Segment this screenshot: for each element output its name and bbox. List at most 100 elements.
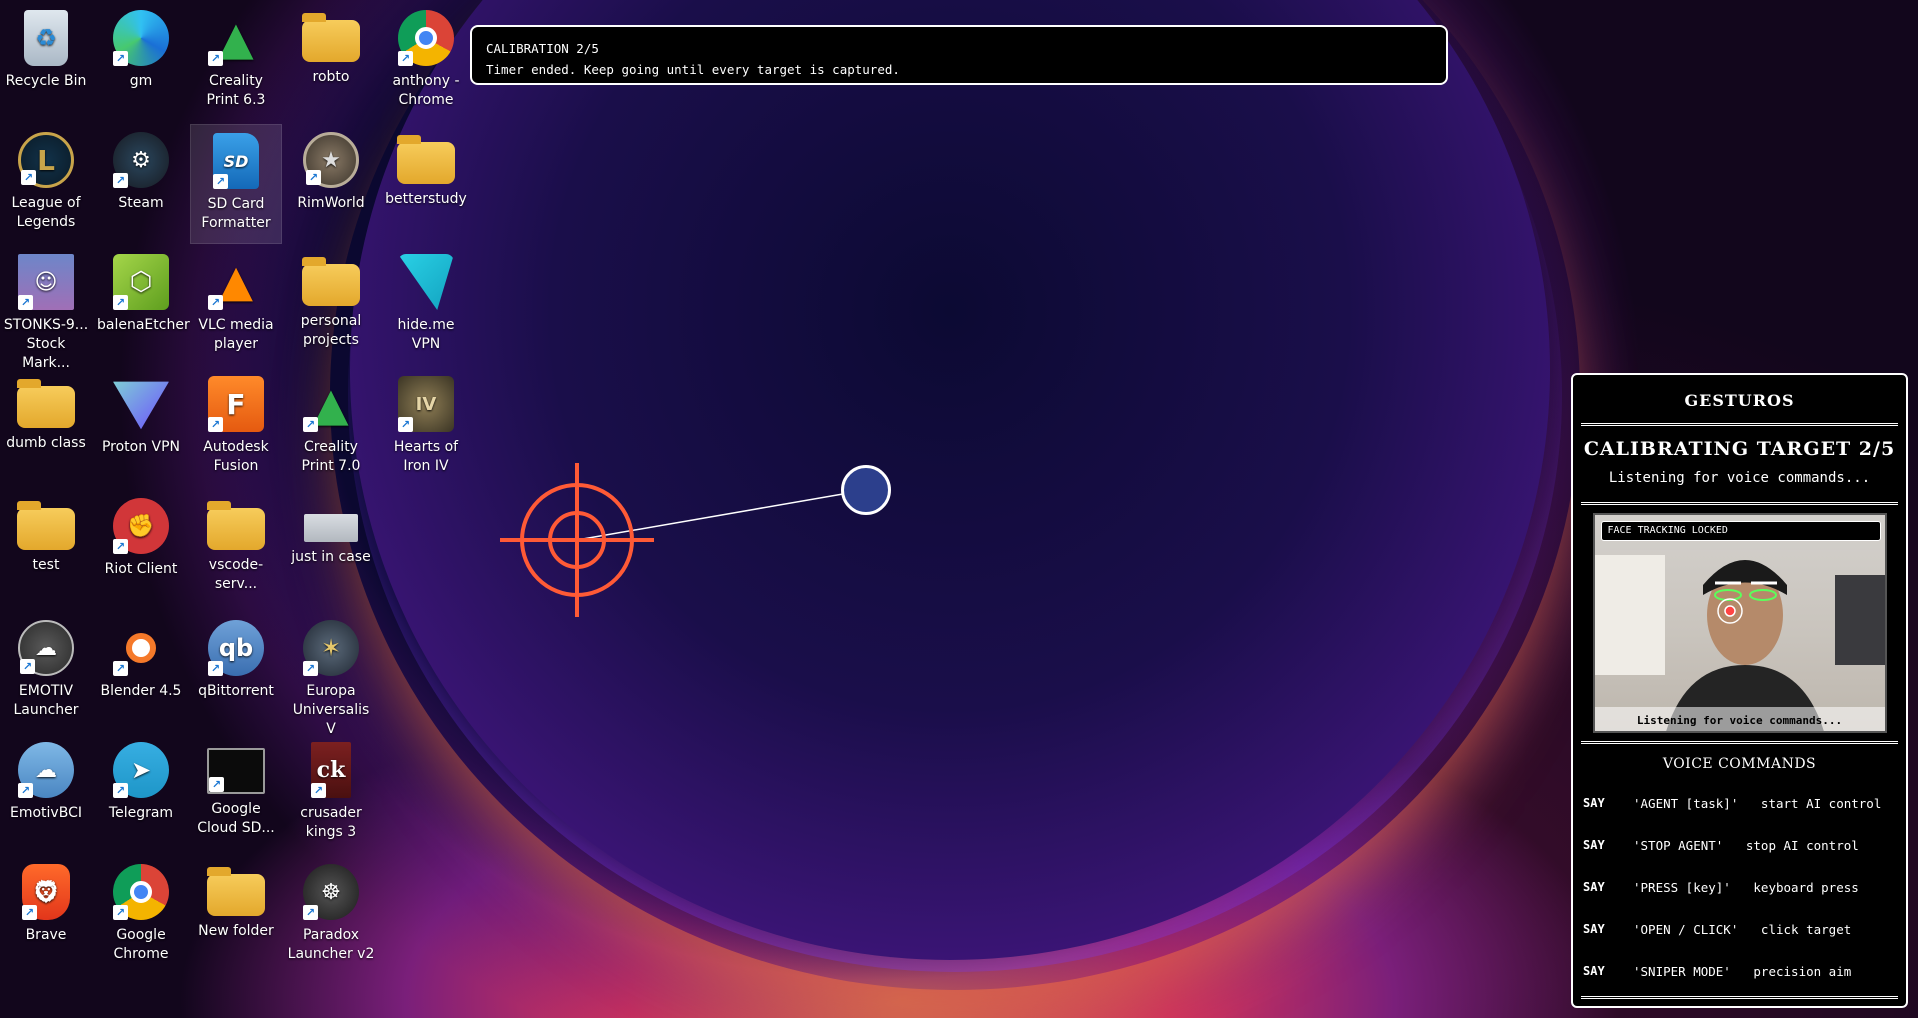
folder-icon <box>207 867 265 916</box>
icon-label: Blender 4.5 <box>100 683 182 699</box>
desktop-icon-hide-me-vpn[interactable]: ↗ hide.me VPN <box>380 246 472 366</box>
shortcut-arrow-icon: ↗ <box>303 661 318 676</box>
desktop-icon-test[interactable]: test <box>0 490 92 610</box>
desktop-icon-proton-vpn[interactable]: ↗ Proton VPN <box>95 368 187 488</box>
desktop-icon-balena-etcher[interactable]: ⬡ ↗ balenaEtcher <box>95 246 190 366</box>
shortcut-arrow-icon: ↗ <box>208 295 223 310</box>
voice-command-row: SAY 'STOP AGENT' stop AI control <box>1573 824 1906 866</box>
desktop-icon-robto[interactable]: robto <box>285 2 377 122</box>
desktop-icon-emotiv-launcher[interactable]: ☁ ↗ EMOTIV Launcher <box>0 612 92 732</box>
creality-print-icon: ▲ ↗ <box>208 10 264 66</box>
desktop-icon-europa-universalis[interactable]: ✶ ↗ Europa Universalis V <box>285 612 377 737</box>
emotiv-icon: ☁ ↗ <box>18 620 74 676</box>
icon-label: VLC media player <box>198 317 274 352</box>
desktop-icon-autodesk-fusion[interactable]: F ↗ Autodesk Fusion <box>190 368 282 488</box>
icon-label: anthony - Chrome <box>392 73 460 108</box>
blender-icon: ↗ <box>113 620 169 676</box>
icon-label: RimWorld <box>297 195 365 211</box>
desktop-icon-crusader-kings[interactable]: ck ↗ crusader kings 3 <box>285 734 377 854</box>
shortcut-arrow-icon: ↗ <box>21 170 36 185</box>
face-tracking-tag: FACE TRACKING LOCKED <box>1600 521 1881 541</box>
shortcut-arrow-icon: ↗ <box>113 173 128 188</box>
telegram-icon: ➤ ↗ <box>113 742 169 798</box>
command-phrase: 'AGENT [task]' start AI control <box>1633 795 1882 811</box>
folder-icon <box>302 13 360 62</box>
desktop-icon-dumb-class[interactable]: dumb class <box>0 368 92 488</box>
desktop-icon-sd-card-formatter[interactable]: SD ↗ SD Card Formatter <box>190 124 282 244</box>
desktop-icon-league-of-legends[interactable]: L ↗ League of Legends <box>0 124 92 244</box>
shortcut-arrow-icon: ↗ <box>22 905 37 920</box>
icon-label: Hearts of Iron IV <box>393 439 459 474</box>
command-phrase: 'STOP AGENT' stop AI control <box>1633 837 1859 853</box>
emotiv-bci-icon: ☁ ↗ <box>18 742 74 798</box>
recycle-bin-icon: ♻ <box>24 10 68 66</box>
listening-status: Listening for voice commands... <box>1608 470 1871 486</box>
shortcut-arrow-icon: ↗ <box>18 783 33 798</box>
command-phrase: 'OPEN / CLICK' click target <box>1633 921 1852 937</box>
shortcut-arrow-icon: ↗ <box>398 417 413 432</box>
voice-command-row: SAY 'AGENT [task]' start AI control <box>1573 782 1906 824</box>
desktop-icon-brave[interactable]: 🦁︎ ↗ Brave <box>0 856 92 976</box>
desktop-icon-emotiv-bci[interactable]: ☁ ↗ EmotivBCI <box>0 734 92 854</box>
hearts-of-iron-icon: IV ↗ <box>398 376 454 432</box>
desktop-icon-vlc[interactable]: ▲ ↗ VLC media player <box>190 246 282 366</box>
shortcut-arrow-icon: ↗ <box>18 295 33 310</box>
autodesk-fusion-icon: F ↗ <box>208 376 264 432</box>
europa-universalis-icon: ✶ ↗ <box>303 620 359 676</box>
shortcut-arrow-icon: ↗ <box>303 417 318 432</box>
desktop-icon-gm[interactable]: ↗ gm <box>95 2 187 122</box>
desktop-icon-anthony-chrome[interactable]: ↗ anthony - Chrome <box>380 2 472 122</box>
desktop-icon-vscode-server[interactable]: vscode-serv... <box>190 490 282 610</box>
calibration-banner: CALIBRATION 2/5 Timer ended. Keep going … <box>470 25 1448 85</box>
desktop-icon-creality-print-7[interactable]: ▲ ↗ Creality Print 7.0 <box>285 368 377 488</box>
say-label: SAY <box>1583 963 1605 978</box>
icon-label: hide.me VPN <box>397 317 455 352</box>
shortcut-arrow-icon: ↗ <box>213 174 228 189</box>
desktop-icon-blender[interactable]: ↗ Blender 4.5 <box>95 612 187 732</box>
desktop-icon-qbittorrent[interactable]: qb ↗ qBittorrent <box>190 612 282 732</box>
folder-icon <box>397 135 455 184</box>
desktop-icon-google-cloud-sdk[interactable]: ↗ Google Cloud SD... <box>190 734 282 854</box>
shortcut-arrow-icon: ↗ <box>398 295 413 310</box>
desktop-icon-just-in-case[interactable]: just in case <box>285 490 377 610</box>
zip-folder-icon <box>207 501 265 550</box>
desktop-icon-steam[interactable]: ⚙ ↗ Steam <box>95 124 187 244</box>
say-label: SAY <box>1583 879 1605 894</box>
command-phrase: 'PRESS [key]' keyboard press <box>1633 879 1859 895</box>
desktop-icon-stonks[interactable]: ☺ ↗ STONKS-9... Stock Mark... <box>0 246 92 371</box>
desktop-icon-personal-projects[interactable]: personal projects <box>285 246 377 366</box>
desktop-icon-rimworld[interactable]: ★ ↗ RimWorld <box>285 124 377 244</box>
command-phrase: 'SNIPER MODE' precision aim <box>1633 963 1852 979</box>
icon-label: vscode-serv... <box>208 557 264 592</box>
panel-title: GESTUROS <box>1684 391 1795 410</box>
edge-icon: ↗ <box>113 10 169 66</box>
sd-card-icon: SD ↗ <box>213 133 259 189</box>
icon-label: gm <box>129 73 153 89</box>
desktop-icon-hearts-of-iron[interactable]: IV ↗ Hearts of Iron IV <box>380 368 472 488</box>
crosshair-target-icon[interactable] <box>500 463 654 617</box>
icon-label: Creality Print 6.3 <box>206 73 266 108</box>
desktop-icon-recycle-bin[interactable]: ♻ Recycle Bin <box>0 2 92 122</box>
calibration-status: CALIBRATING TARGET 2/5 <box>1583 438 1896 460</box>
webcam-preview: FACE TRACKING LOCKED Listening for voice… <box>1592 513 1887 733</box>
icon-label: SD Card Formatter <box>201 196 271 231</box>
desktop-icon-google-chrome[interactable]: ↗ Google Chrome <box>95 856 187 976</box>
icon-label: dumb class <box>6 435 86 451</box>
proton-vpn-icon: ↗ <box>113 381 169 430</box>
icon-label: crusader kings 3 <box>300 805 362 840</box>
icon-label: League of Legends <box>11 195 81 230</box>
shortcut-arrow-icon: ↗ <box>113 905 128 920</box>
desktop-icon-creality-print-6-3[interactable]: ▲ ↗ Creality Print 6.3 <box>190 2 282 122</box>
chrome-icon: ↗ <box>398 10 454 66</box>
desktop-icon-new-folder[interactable]: New folder <box>190 856 282 976</box>
icon-label: Europa Universalis V <box>292 683 370 737</box>
desktop-icon-riot-client[interactable]: ✊ ↗ Riot Client <box>95 490 187 610</box>
desktop-icon-paradox-launcher[interactable]: ☸ ↗ Paradox Launcher v2 <box>285 856 377 976</box>
say-label: SAY <box>1583 795 1605 810</box>
icon-label: Proton VPN <box>101 439 181 455</box>
gesturos-panel: GESTUROS CALIBRATING TARGET 2/5 Listenin… <box>1571 373 1908 1008</box>
desktop-icon-betterstudy[interactable]: betterstudy <box>380 124 472 244</box>
icon-label: personal projects <box>300 313 362 348</box>
desktop-icon-telegram[interactable]: ➤ ↗ Telegram <box>95 734 187 854</box>
shortcut-arrow-icon: ↗ <box>398 51 413 66</box>
